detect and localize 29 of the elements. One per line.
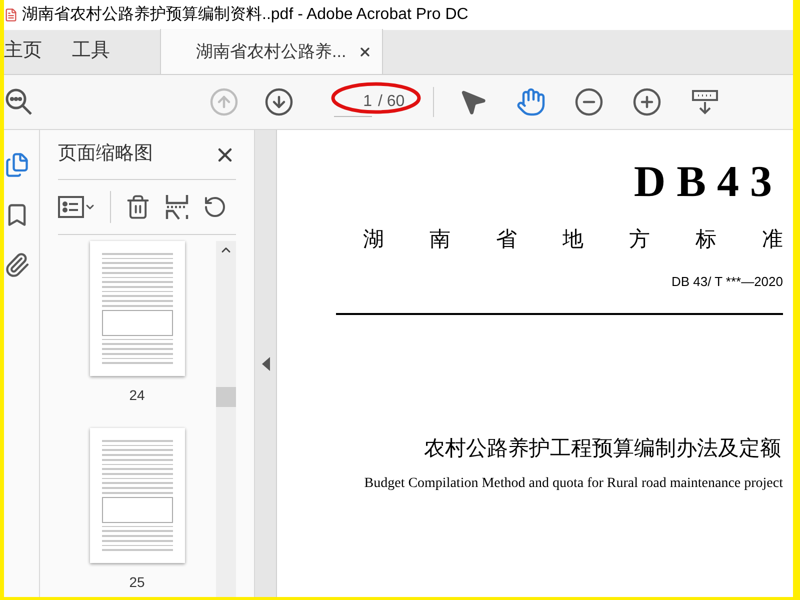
window-title: 湖南省农村公路养护预算编制资料..pdf - Adobe Acrobat Pro DC xyxy=(22,4,468,25)
page-thumbnails-button[interactable] xyxy=(4,152,30,178)
tab[interactable]: 工具 xyxy=(72,29,110,74)
standard-type: 湖南省地方标准 xyxy=(363,227,783,253)
document-title: 农村公路养护工程预算编制办法及定额 xyxy=(424,436,781,462)
scrollbar-thumb[interactable] xyxy=(216,387,236,407)
next-page-button[interactable] xyxy=(264,87,294,117)
thumbnail-options-button[interactable] xyxy=(58,196,96,218)
scrollbar[interactable] xyxy=(216,241,236,597)
pdf-file-icon xyxy=(4,8,18,22)
collapse-panel-icon[interactable] xyxy=(262,356,270,370)
page-thumbnail[interactable] xyxy=(90,241,184,376)
page-label: 25 xyxy=(129,573,145,592)
page-count: / 60 xyxy=(378,92,405,112)
close-tab-icon[interactable] xyxy=(358,44,372,58)
extract-pages-button[interactable] xyxy=(165,194,189,220)
search-icon[interactable] xyxy=(4,87,34,117)
panel-title: 页面缩略图 xyxy=(58,142,153,166)
document-subtitle: Budget Compilation Method and quota for Rural road maintenance project xyxy=(364,474,783,492)
standard-number: DB 43/ T ***—2020 xyxy=(671,272,783,290)
page-number-field[interactable]: 1 xyxy=(334,87,372,117)
document-code: DB43 xyxy=(634,160,783,204)
tab[interactable]: 湖南省农村公路养... xyxy=(160,29,383,74)
page-thumbnail[interactable] xyxy=(90,428,184,563)
page-label: 24 xyxy=(129,386,145,405)
rotate-button[interactable] xyxy=(203,195,227,219)
delete-button[interactable] xyxy=(125,194,151,220)
tab[interactable]: 主页 xyxy=(4,29,42,74)
attachment-button[interactable] xyxy=(4,252,30,278)
